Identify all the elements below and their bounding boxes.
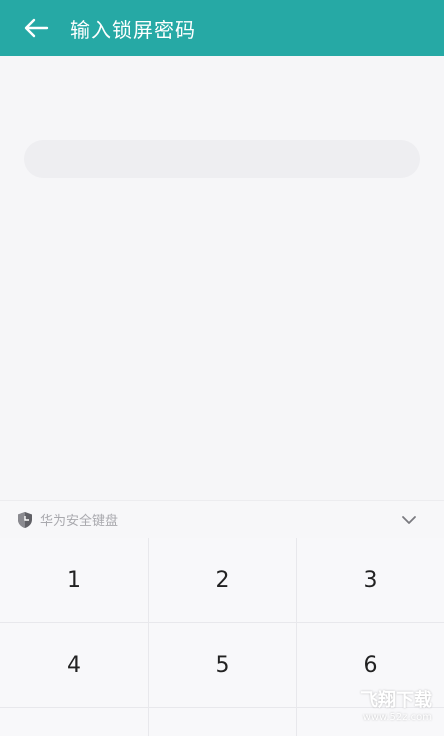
- secure-keyboard-label: 华为安全键盘: [40, 514, 119, 529]
- key-row-3-col-1[interactable]: [0, 708, 148, 736]
- chevron-down-icon[interactable]: [400, 511, 418, 529]
- numeric-keypad: 1 2 3 4 5 6: [0, 538, 444, 736]
- secure-keyboard-header: 华为安全键盘: [0, 500, 444, 538]
- app-bar: 输入锁屏密码: [0, 0, 444, 56]
- key-2[interactable]: 2: [149, 538, 296, 622]
- back-arrow-icon[interactable]: [22, 14, 50, 42]
- key-3[interactable]: 3: [297, 538, 444, 622]
- keypad-divider: [0, 622, 444, 623]
- key-6[interactable]: 6: [297, 623, 444, 707]
- shield-icon: [16, 511, 34, 529]
- keypad-divider: [0, 707, 444, 708]
- key-4[interactable]: 4: [0, 623, 148, 707]
- lock-screen-password-input[interactable]: [24, 140, 420, 178]
- key-1[interactable]: 1: [0, 538, 148, 622]
- key-5[interactable]: 5: [149, 623, 296, 707]
- key-row-3-col-2[interactable]: [149, 708, 296, 736]
- page-title: 输入锁屏密码: [70, 17, 196, 42]
- content-area: [0, 56, 444, 500]
- key-row-3-col-3[interactable]: [297, 708, 444, 736]
